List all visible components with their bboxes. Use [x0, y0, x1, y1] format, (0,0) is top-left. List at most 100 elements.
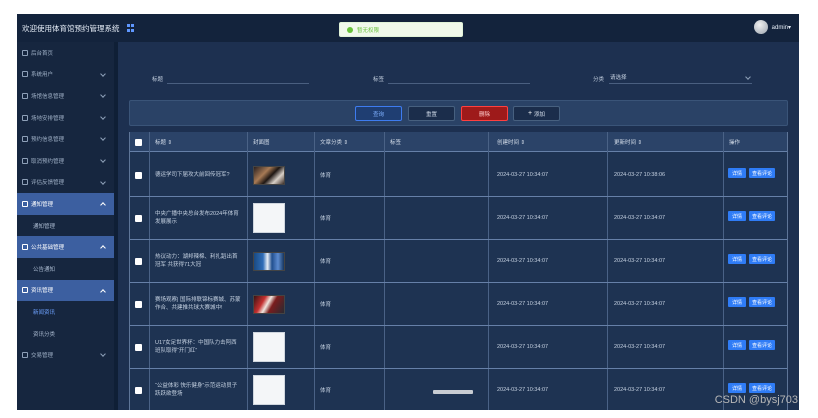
sidebar-item-label: 系统用户 — [31, 72, 54, 79]
sidebar-subitem[interactable]: 新闻资讯 — [17, 301, 114, 323]
menu-icon — [22, 92, 28, 99]
news-table: 标题 ⇕ 封面图 文章分类 ⇕ 标签 创建时间 ⇕ 更新时间 ⇕ 操作 德运学司… — [129, 132, 788, 410]
sidebar-item-5[interactable]: 取消预约管理 — [17, 150, 114, 172]
view-comments-button[interactable]: 查看评论 — [749, 340, 775, 350]
chevron-up-icon — [100, 245, 106, 252]
user-menu[interactable]: admin▾ — [753, 20, 791, 34]
chevron-down-icon — [100, 178, 106, 185]
category-label: 分类 — [593, 77, 605, 83]
category-select[interactable]: 请选择 — [609, 74, 752, 84]
row-created: 2024-03-27 10:34:07 — [497, 172, 549, 178]
table-row[interactable]: U17女足世界杯：中国队力击阿西班队取得“开门红” 体育 2024-03-27 10… — [130, 325, 787, 369]
row-created: 2024-03-27 10:34:07 — [497, 258, 549, 264]
table-header: 标题 ⇕ 封面图 文章分类 ⇕ 标签 创建时间 ⇕ 更新时间 ⇕ 操作 — [130, 132, 787, 152]
detail-button[interactable]: 详情 — [728, 297, 746, 307]
menu-icon — [22, 200, 28, 207]
add-button[interactable]: + 添加 — [513, 106, 560, 121]
menu-icon — [22, 136, 28, 143]
plus-icon: + — [527, 109, 533, 117]
view-comments-button[interactable]: 查看评论 — [749, 297, 775, 307]
chevron-down-icon — [745, 74, 751, 80]
menu-icon — [22, 244, 28, 251]
caret-down-icon: ▾ — [787, 24, 791, 31]
cover-image — [253, 165, 285, 185]
sidebar-item-0[interactable]: 后台首页 — [17, 42, 114, 64]
sidebar: 后台首页系统用户场馆信息管理场地安排管理预约信息管理 取消预约管理 评估反馈管理 通知… — [17, 42, 114, 410]
horizontal-scrollbar[interactable] — [433, 390, 473, 394]
row-checkbox[interactable] — [135, 386, 142, 394]
cover-image — [253, 251, 285, 271]
cover-image — [253, 332, 285, 362]
detail-button[interactable]: 详情 — [728, 383, 746, 393]
sidebar-subitem[interactable]: 资讯分类 — [17, 323, 114, 345]
sidebar-item-4[interactable]: 预约信息管理 — [17, 128, 114, 150]
detail-button[interactable]: 详情 — [728, 340, 746, 350]
username[interactable]: admin▾ — [772, 24, 791, 31]
row-created: 2024-03-27 10:34:07 — [497, 301, 549, 307]
column-header-created[interactable]: 创建时间 ⇕ — [497, 132, 525, 152]
sidebar-item-6[interactable]: 评估反馈管理 — [17, 172, 114, 194]
row-category: 体育 — [320, 259, 332, 265]
row-checkbox[interactable] — [135, 343, 142, 351]
column-header-cover: 封面图 — [253, 140, 270, 146]
view-comments-button[interactable]: 查看评论 — [749, 211, 775, 221]
toast-notification: 暂无权限 — [339, 22, 463, 37]
row-updated: 2024-03-27 10:38:06 — [614, 172, 666, 178]
title-label: 标题 — [152, 77, 164, 83]
row-category: 体育 — [320, 173, 332, 179]
sidebar-item-label: 场地安排管理 — [31, 115, 65, 122]
view-comments-button[interactable]: 查看评论 — [749, 168, 775, 178]
select-all-checkbox[interactable] — [135, 138, 142, 146]
sidebar-subitem[interactable]: 公告通知 — [17, 258, 114, 280]
menu-icon — [22, 114, 28, 121]
table-row[interactable]: 热议动力：湖邦辣棉、利扎蹈出首冠军 共获得71大冠 体育 2024-03-27 10… — [130, 239, 787, 283]
table-row[interactable]: 中央广播中央总台发布2024年体育发展展示 体育 2024-03-27 10:34:… — [130, 196, 787, 240]
chevron-down-icon — [100, 135, 106, 142]
sidebar-subitem[interactable]: 通知管理 — [17, 215, 114, 237]
sidebar-item-2[interactable]: 场馆信息管理 — [17, 85, 114, 107]
row-updated: 2024-03-27 10:34:07 — [614, 215, 666, 221]
sidebar-item-3[interactable]: 场地安排管理 — [17, 107, 114, 129]
sidebar-item-9[interactable]: 资讯管理 — [17, 279, 114, 302]
avatar[interactable] — [753, 20, 768, 34]
detail-button[interactable]: 详情 — [728, 211, 746, 221]
row-updated: 2024-03-27 10:34:07 — [614, 387, 666, 393]
delete-button[interactable]: 删除 — [461, 106, 508, 121]
view-comments-button[interactable]: 查看评论 — [749, 254, 775, 264]
row-updated: 2024-03-27 10:34:07 — [614, 258, 666, 264]
sidebar-item-1[interactable]: 系统用户 — [17, 64, 114, 86]
column-header-actions: 操作 — [729, 140, 741, 146]
row-checkbox[interactable] — [135, 300, 142, 308]
title-input[interactable] — [167, 74, 309, 84]
row-category: 体育 — [320, 216, 332, 222]
column-header-category[interactable]: 文章分类 ⇕ — [320, 132, 348, 152]
detail-button[interactable]: 详情 — [728, 254, 746, 264]
reset-button[interactable]: 重置 — [408, 106, 455, 121]
row-updated: 2024-03-27 10:34:07 — [614, 301, 666, 307]
row-checkbox[interactable] — [135, 257, 142, 265]
row-title: U17女足世界杯：中国队力击阿西班队取得“开门红” — [155, 340, 237, 354]
row-title: 中央广播中央总台发布2024年体育发展展示 — [155, 211, 239, 225]
sidebar-item-10[interactable]: 交易管理 — [17, 344, 114, 366]
column-header-updated[interactable]: 更新时间 ⇕ — [614, 132, 642, 152]
menu-icon — [22, 157, 28, 164]
tag-input[interactable] — [388, 74, 530, 84]
menu-icon — [22, 71, 28, 78]
menu-icon — [22, 287, 28, 294]
chevron-up-icon — [100, 202, 106, 208]
search-button[interactable]: 查询 — [355, 106, 402, 121]
column-header-title[interactable]: 标题 ⇕ — [155, 132, 172, 152]
row-checkbox[interactable] — [135, 171, 142, 179]
sidebar-item-label: 交易管理 — [31, 353, 54, 360]
sidebar-item-7[interactable]: 通知管理 — [17, 193, 114, 215]
table-row[interactable]: 赛场观察| 国际排联锦标赛城、苏蒙作合、共建推共球大赛城中! 体育 2024-03-… — [130, 282, 787, 326]
detail-button[interactable]: 详情 — [728, 168, 746, 178]
table-row[interactable]: 德运学司下届攻大前回传冠军? 体育 2024-03-27 10:34:07 2024-… — [130, 153, 787, 197]
menu-grid-icon[interactable] — [126, 24, 135, 32]
table-row[interactable]: “公益体彩 快乐健身”示范运动员子跃跃欲登场 体育 2024-03-27 10:34… — [130, 368, 787, 410]
menu-icon — [22, 352, 28, 359]
view-comments-button[interactable]: 查看评论 — [749, 383, 775, 393]
sidebar-item-8[interactable]: 公共基础管理 — [17, 236, 114, 258]
row-checkbox[interactable] — [135, 214, 142, 222]
row-category: 体育 — [320, 388, 332, 394]
